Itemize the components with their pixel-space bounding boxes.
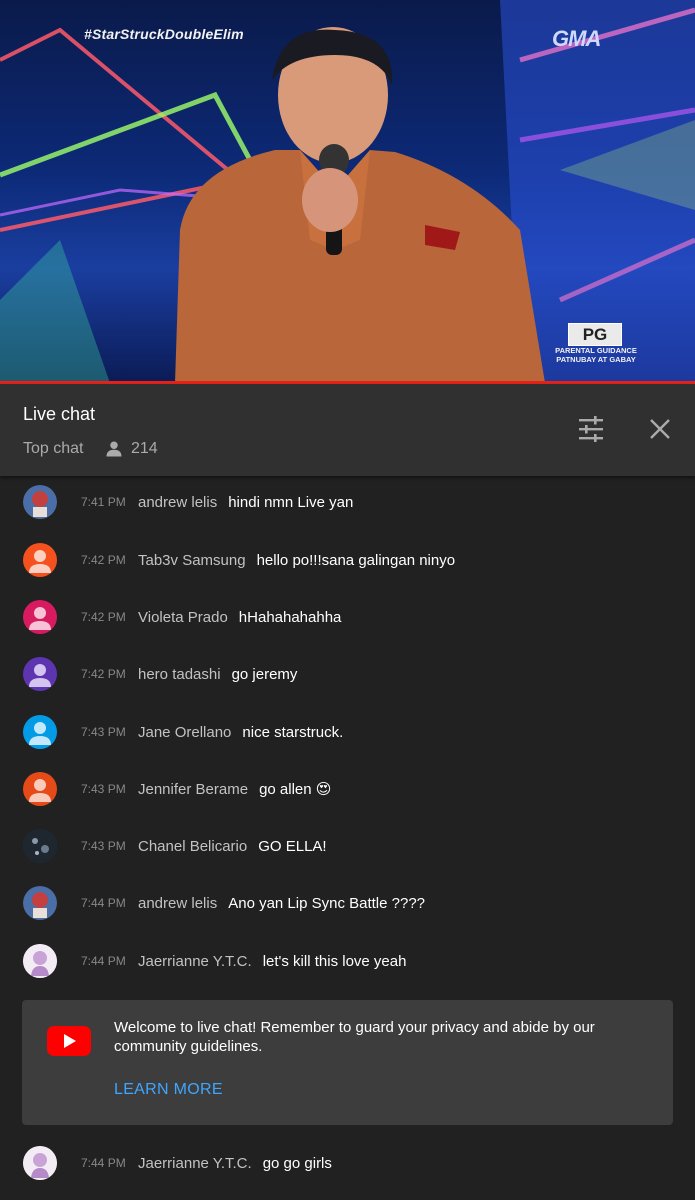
avatar[interactable]	[23, 886, 57, 920]
close-chat-button[interactable]	[645, 414, 675, 444]
filter-button[interactable]	[576, 414, 606, 444]
message-timestamp: 7:42 PM	[81, 667, 126, 681]
message-text: GO ELLA!	[258, 837, 327, 855]
rating-badge: PG	[568, 323, 622, 346]
message-text: let's kill this love yeah	[262, 952, 407, 970]
message-timestamp: 7:44 PM	[81, 954, 126, 968]
message-author[interactable]: Jaerrianne Y.T.C.	[138, 953, 252, 970]
avatar[interactable]	[23, 715, 57, 749]
chat-mode-selector[interactable]: Top chat	[23, 440, 83, 458]
message-text: hHahahahahha	[238, 608, 342, 626]
chat-message[interactable]: 7:43 PM Jane Orellano nice starstruck.	[0, 712, 695, 752]
message-timestamp: 7:41 PM	[81, 495, 126, 509]
message-timestamp: 7:43 PM	[81, 839, 126, 853]
message-author[interactable]: Tab3v Samsung	[138, 552, 246, 569]
message-author[interactable]: Violeta Prado	[138, 609, 228, 626]
chat-message[interactable]: 7:41 PM andrew lelis hindi nmn Live yan	[0, 482, 695, 522]
message-author[interactable]: andrew lelis	[138, 494, 217, 511]
message-timestamp: 7:44 PM	[81, 1156, 126, 1170]
avatar[interactable]	[23, 600, 57, 634]
message-author[interactable]: hero tadashi	[138, 666, 221, 683]
youtube-icon	[47, 1026, 91, 1056]
avatar[interactable]	[23, 772, 57, 806]
avatar[interactable]	[23, 829, 57, 863]
chat-message[interactable]: 7:43 PM Jennifer Berame go allen 😍	[0, 769, 695, 809]
message-timestamp: 7:42 PM	[81, 553, 126, 567]
message-author[interactable]: Jennifer Berame	[138, 781, 248, 798]
message-timestamp: 7:42 PM	[81, 610, 126, 624]
message-timestamp: 7:44 PM	[81, 896, 126, 910]
avatar[interactable]	[23, 1146, 57, 1180]
learn-more-link[interactable]: LEARN MORE	[114, 1081, 223, 1099]
welcome-message: Welcome to live chat! Remember to guard …	[114, 1019, 595, 1055]
message-text: Ano yan Lip Sync Battle ????	[228, 894, 426, 912]
message-text: nice starstruck.	[242, 723, 344, 741]
message-text: go go girls	[262, 1154, 332, 1172]
avatar[interactable]	[23, 543, 57, 577]
chat-title: Live chat	[23, 404, 96, 424]
avatar[interactable]	[23, 485, 57, 519]
message-author[interactable]: andrew lelis	[138, 895, 217, 912]
message-timestamp: 7:43 PM	[81, 725, 126, 739]
chat-header: Live chat Top chat 214	[0, 384, 695, 476]
rating-subtitle: PARENTAL GUIDANCE PATNUBAY AT GABAY	[555, 346, 637, 364]
show-hashtag: #StarStruckDoubleElim	[84, 26, 244, 42]
avatar[interactable]	[23, 944, 57, 978]
message-text: hello po!!!sana galingan ninyo	[256, 551, 456, 569]
close-icon	[650, 419, 670, 439]
chat-message[interactable]: 7:44 PM andrew lelis Ano yan Lip Sync Bat…	[0, 883, 695, 923]
chat-message[interactable]: 7:42 PM Violeta Prado hHahahahahha	[0, 597, 695, 637]
chat-message[interactable]: 7:42 PM hero tadashi go jeremy	[0, 654, 695, 694]
sliders-icon	[579, 416, 603, 442]
message-author[interactable]: Jaerrianne Y.T.C.	[138, 1155, 252, 1172]
person-icon	[106, 441, 122, 457]
welcome-card: Welcome to live chat! Remember to guard …	[22, 1000, 673, 1125]
viewer-count: 214	[105, 439, 158, 459]
message-text: go allen 😍	[259, 781, 332, 798]
message-author[interactable]: Chanel Belicario	[138, 838, 247, 855]
chat-message[interactable]: 7:44 PM Jaerrianne Y.T.C. let's kill this…	[0, 941, 695, 981]
channel-logo: GMA	[552, 26, 601, 51]
message-author[interactable]: Jane Orellano	[138, 724, 231, 741]
message-text: hindi nmn Live yan	[228, 493, 354, 511]
message-timestamp: 7:43 PM	[81, 782, 126, 796]
chat-message[interactable]: 7:43 PM Chanel Belicario GO ELLA!	[0, 826, 695, 866]
message-text: go jeremy	[231, 665, 298, 683]
chat-message[interactable]: 7:44 PM Jaerrianne Y.T.C. go go girls	[0, 1143, 695, 1183]
video-player[interactable]: #StarStruckDoubleElim GMA PG PARENTAL GU…	[0, 0, 695, 383]
avatar[interactable]	[23, 657, 57, 691]
viewer-count-value: 214	[131, 440, 158, 457]
chat-message[interactable]: 7:42 PM Tab3v Samsung hello po!!!sana gal…	[0, 540, 695, 580]
